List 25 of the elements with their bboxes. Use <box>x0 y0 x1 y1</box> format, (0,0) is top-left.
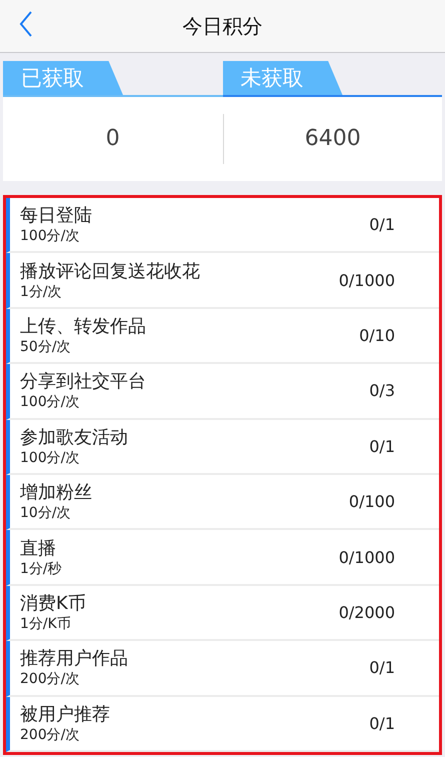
task-rate: 100分/次 <box>20 227 80 246</box>
task-name: 上传、转发作品 <box>20 315 147 338</box>
task-rate: 200分/次 <box>20 726 80 744</box>
task-name: 增加粉丝 <box>20 481 93 504</box>
task-rate: 100分/次 <box>20 393 80 412</box>
task-rate: 1分/次 <box>20 282 63 301</box>
task-progress: 0/1 <box>369 714 395 733</box>
task-name: 被用户推荐 <box>20 702 111 726</box>
task-name: 消费K币 <box>20 592 87 616</box>
task-rate: 1分/秒 <box>20 560 63 578</box>
task-rate: 100分/次 <box>20 448 80 467</box>
points-value: 6400 <box>222 114 442 164</box>
task-rate: 50分/次 <box>20 338 72 356</box>
task-name: 每日登陆 <box>20 204 93 228</box>
task-name: 直播 <box>20 536 57 560</box>
task-rate: 10分/次 <box>20 504 72 522</box>
task-rate: 200分/次 <box>20 670 80 688</box>
page-title: 今日积分 <box>182 12 262 40</box>
task-name: 分享到社交平台 <box>20 370 147 394</box>
task-rate: 1分/K币 <box>20 615 72 634</box>
task-name: 推荐用户作品 <box>20 647 129 670</box>
task-progress: 0/1 <box>369 658 395 678</box>
task-name: 参加歌友活动 <box>20 426 129 449</box>
points-value: 0 <box>104 125 121 153</box>
task-name: 播放评论回复送花收花 <box>20 260 201 283</box>
